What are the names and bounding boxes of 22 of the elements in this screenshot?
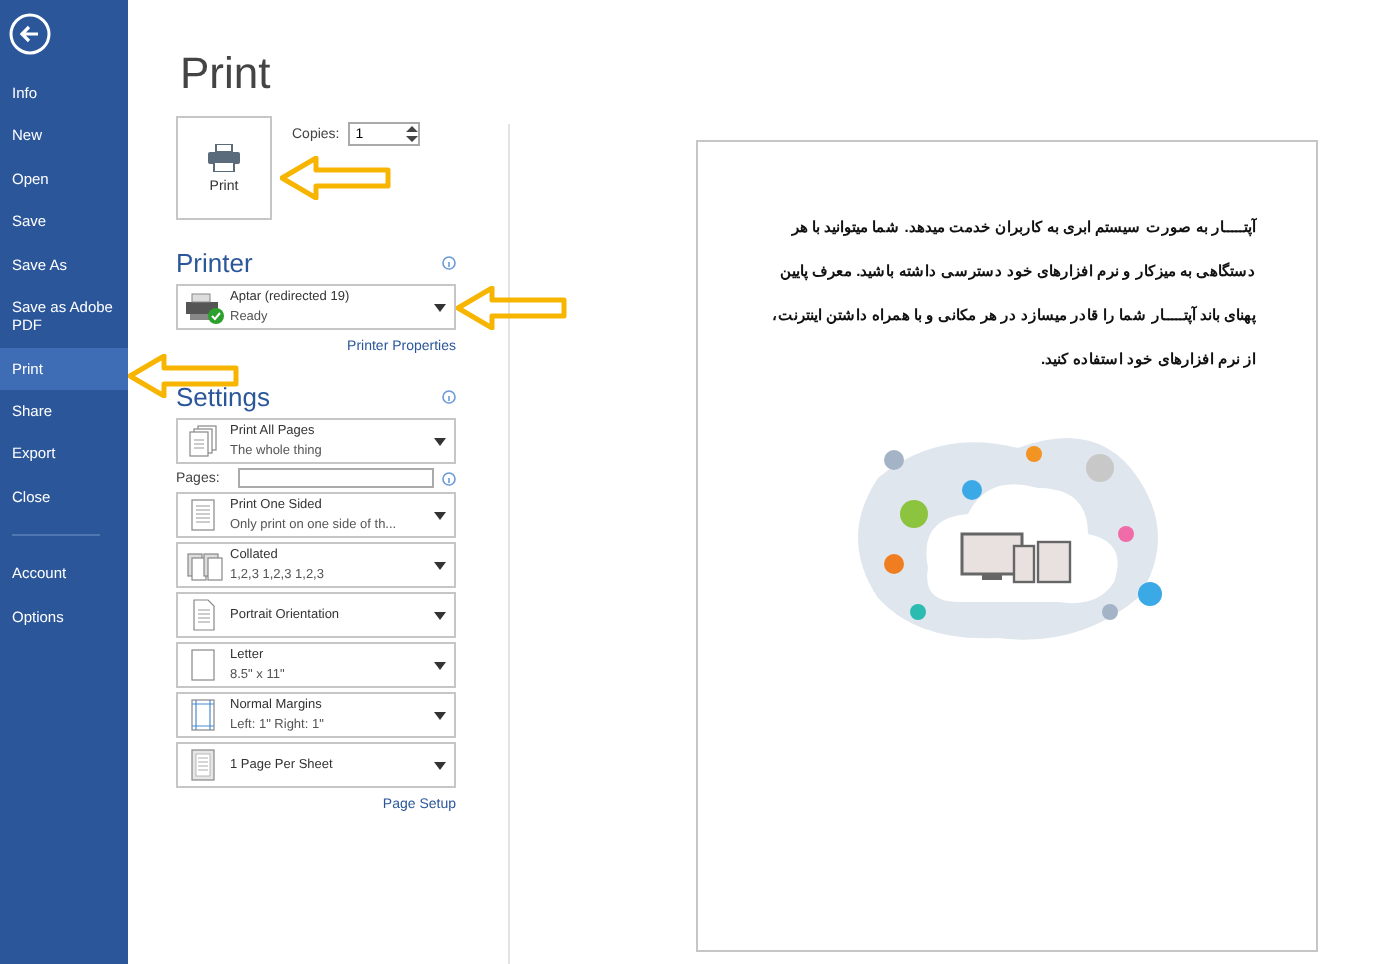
caret-icon — [434, 303, 446, 311]
caret-icon — [434, 711, 446, 719]
info-icon — [442, 389, 456, 403]
caret-icon — [434, 437, 446, 445]
annotation-arrow — [456, 286, 568, 330]
caret-icon — [434, 561, 446, 569]
annotation-arrow — [280, 156, 392, 200]
caret-icon — [434, 511, 446, 519]
info-icon — [442, 255, 456, 269]
section-heading: Settings — [176, 381, 270, 411]
caret-icon — [434, 761, 446, 769]
printer-ready-icon — [182, 291, 226, 323]
pages-icon — [185, 424, 223, 458]
pages-field[interactable] — [238, 468, 434, 488]
section-heading: Printer — [176, 247, 253, 277]
collate-icon — [185, 548, 223, 582]
caret-icon — [434, 661, 446, 669]
spinner-arrows-icon — [405, 124, 418, 144]
caret-icon — [434, 611, 446, 619]
printer-icon — [208, 143, 240, 171]
info-icon — [442, 471, 456, 485]
page-title: Print — [180, 48, 273, 100]
